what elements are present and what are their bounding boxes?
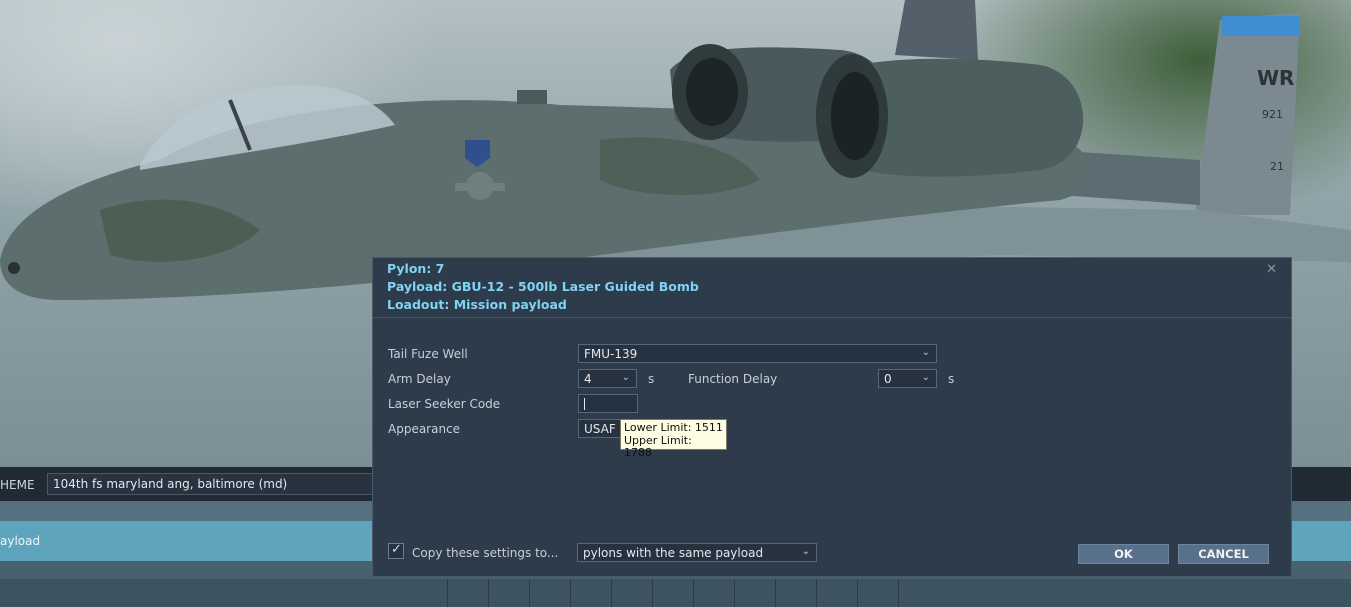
pylon-cell[interactable] [775, 579, 816, 607]
function-delay-label: Function Delay [688, 372, 778, 386]
laser-code-label: Laser Seeker Code [388, 397, 501, 411]
dialog-header: Pylon: 7 Payload: GBU-12 - 500lb Laser G… [373, 258, 1291, 318]
checkmark-icon: ✓ [391, 542, 402, 557]
arm-delay-label: Arm Delay [388, 372, 451, 386]
function-delay-unit: s [948, 372, 955, 386]
loadout-title: Loadout: Mission payload [387, 297, 567, 312]
pylon-cell[interactable] [693, 579, 734, 607]
tail-fuze-label: Tail Fuze Well [388, 347, 468, 361]
chevron-down-icon: ⌄ [621, 372, 630, 383]
payload-title: Payload: GBU-12 - 500lb Laser Guided Bom… [387, 279, 699, 294]
chevron-down-icon: ⌄ [921, 372, 930, 383]
pylon-cell[interactable] [611, 579, 652, 607]
pylon-cell[interactable] [816, 579, 857, 607]
arm-delay-value: 4 [584, 372, 592, 386]
pylon-cell[interactable] [529, 579, 570, 607]
pylon-cell[interactable] [570, 579, 611, 607]
copy-settings-checkbox[interactable]: ✓ [388, 542, 404, 559]
tail-fuze-select[interactable]: FMU-139 ⌄ [578, 344, 937, 363]
ok-button[interactable]: OK [1078, 544, 1169, 564]
pylon-grid [0, 579, 1351, 607]
pylon-cell[interactable] [898, 579, 939, 607]
payload-row-label: ayload [0, 534, 41, 548]
chevron-down-icon: ⌄ [921, 347, 930, 358]
arm-delay-select[interactable]: 4 ⌄ [578, 369, 637, 388]
pylon-cell[interactable] [734, 579, 775, 607]
pylon-cell[interactable] [488, 579, 529, 607]
tooltip-lower-limit: Lower Limit: 1511 [624, 421, 723, 434]
pylon-cell[interactable] [447, 579, 488, 607]
pylon-cell[interactable] [857, 579, 898, 607]
cancel-button[interactable]: CANCEL [1178, 544, 1269, 564]
weapon-settings-dialog: Pylon: 7 Payload: GBU-12 - 500lb Laser G… [372, 257, 1292, 577]
chevron-down-icon: ⌄ [801, 546, 810, 557]
copy-target-select[interactable]: pylons with the same payload ⌄ [577, 543, 817, 562]
tail-serial: 921 [1262, 108, 1283, 121]
tail-number: 21 [1270, 160, 1284, 173]
function-delay-value: 0 [884, 372, 892, 386]
scheme-label: HEME [0, 478, 35, 492]
tooltip-upper-limit: Upper Limit: 1788 [624, 433, 692, 459]
pylon-cell[interactable] [652, 579, 693, 607]
copy-settings-label: Copy these settings to... [412, 546, 559, 560]
text-caret [584, 398, 585, 410]
function-delay-select[interactable]: 0 ⌄ [878, 369, 937, 388]
close-icon[interactable]: ✕ [1266, 262, 1277, 277]
tail-fuze-value: FMU-139 [584, 347, 638, 361]
arm-delay-unit: s [648, 372, 655, 386]
laser-code-input[interactable] [578, 394, 638, 413]
tail-code: WR [1257, 66, 1294, 90]
scheme-select[interactable]: 104th fs maryland ang, baltimore (md) [47, 473, 377, 495]
pylon-title: Pylon: 7 [387, 261, 445, 276]
copy-target-value: pylons with the same payload [583, 546, 764, 560]
appearance-label: Appearance [388, 422, 461, 436]
laser-code-tooltip: Lower Limit: 1511 Upper Limit: 1788 [620, 419, 727, 459]
appearance-value: USAF [584, 422, 616, 436]
